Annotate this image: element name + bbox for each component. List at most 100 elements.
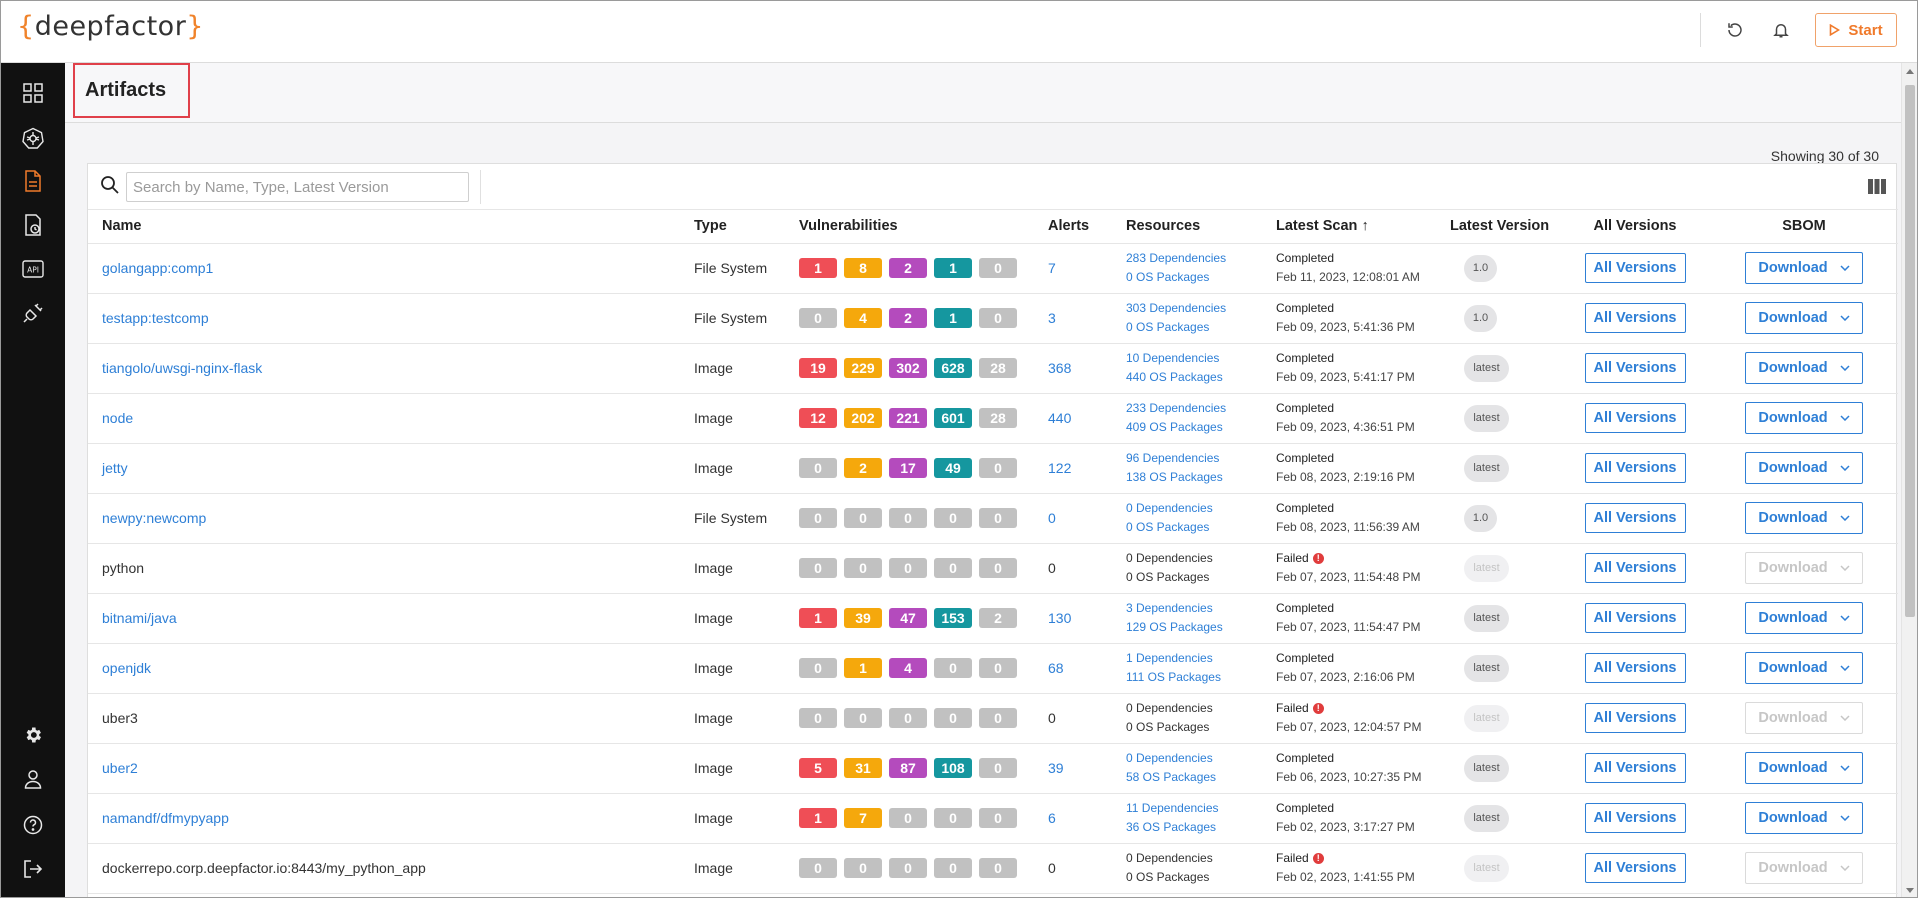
vuln-badge-low[interactable]: 1: [934, 308, 972, 328]
download-sbom-button[interactable]: Download: [1745, 252, 1863, 284]
vuln-badge-critical[interactable]: 0: [799, 308, 837, 328]
vuln-badge-unknown[interactable]: 2: [979, 608, 1017, 628]
dependencies-link[interactable]: 10 Dependencies: [1126, 349, 1276, 368]
vuln-badge-high[interactable]: 2: [844, 458, 882, 478]
sidebar-item-help[interactable]: [1, 803, 65, 847]
all-versions-button[interactable]: All Versions: [1584, 753, 1686, 783]
vuln-badge-unknown[interactable]: 28: [979, 408, 1017, 428]
vuln-badge-critical[interactable]: 0: [799, 508, 837, 528]
os-packages-link[interactable]: 440 OS Packages: [1126, 368, 1276, 387]
vuln-badge-unknown[interactable]: 0: [979, 458, 1017, 478]
os-packages-link[interactable]: 0 OS Packages: [1126, 268, 1276, 287]
refresh-button[interactable]: [1717, 12, 1753, 48]
dependencies-link[interactable]: 0 Dependencies: [1126, 749, 1276, 768]
alerts-count[interactable]: 39: [1048, 760, 1064, 776]
dependencies-link[interactable]: 96 Dependencies: [1126, 449, 1276, 468]
scroll-down-arrow-icon[interactable]: [1906, 888, 1914, 893]
vuln-badge-unknown[interactable]: 0: [979, 808, 1017, 828]
os-packages-link[interactable]: 0 OS Packages: [1126, 518, 1276, 537]
vuln-badge-high[interactable]: 0: [844, 708, 882, 728]
vuln-badge-low[interactable]: 0: [934, 708, 972, 728]
vuln-badge-high[interactable]: 0: [844, 558, 882, 578]
error-icon[interactable]: !: [1312, 853, 1324, 864]
dependencies-link[interactable]: 0 Dependencies: [1126, 499, 1276, 518]
vuln-badge-unknown[interactable]: 0: [979, 508, 1017, 528]
download-sbom-button[interactable]: Download: [1745, 752, 1863, 784]
download-sbom-button[interactable]: Download: [1745, 352, 1863, 384]
sidebar-item-settings[interactable]: [1, 713, 65, 757]
vuln-badge-high[interactable]: 0: [844, 508, 882, 528]
vuln-badge-low[interactable]: 108: [934, 758, 972, 778]
vuln-badge-high[interactable]: 39: [844, 608, 882, 628]
sidebar-item-kubernetes[interactable]: [1, 116, 65, 160]
vuln-badge-critical[interactable]: 1: [799, 258, 837, 278]
all-versions-button[interactable]: All Versions: [1584, 803, 1686, 833]
download-sbom-button[interactable]: Download: [1745, 402, 1863, 434]
artifact-name[interactable]: namandf/dfmypyapp: [102, 810, 229, 826]
alerts-count[interactable]: 68: [1048, 660, 1064, 676]
vuln-badge-critical[interactable]: 5: [799, 758, 837, 778]
artifact-name[interactable]: newpy:newcomp: [102, 510, 206, 526]
all-versions-button[interactable]: All Versions: [1584, 703, 1686, 733]
vuln-badge-critical[interactable]: 12: [799, 408, 837, 428]
artifact-name[interactable]: golangapp:comp1: [102, 260, 213, 276]
vuln-badge-unknown[interactable]: 0: [979, 558, 1017, 578]
vuln-badge-unknown[interactable]: 0: [979, 758, 1017, 778]
os-packages-link[interactable]: 36 OS Packages: [1126, 818, 1276, 837]
all-versions-button[interactable]: All Versions: [1584, 603, 1686, 633]
vuln-badge-high[interactable]: 7: [844, 808, 882, 828]
alerts-count[interactable]: 440: [1048, 410, 1071, 426]
vuln-badge-medium[interactable]: 221: [889, 408, 927, 428]
column-header-vulnerabilities[interactable]: Vulnerabilities: [799, 210, 1048, 244]
artifact-name[interactable]: jetty: [102, 460, 128, 476]
sidebar-item-artifacts[interactable]: [1, 159, 65, 203]
sidebar-item-logout[interactable]: [1, 847, 65, 891]
page-scrollbar[interactable]: [1901, 63, 1917, 897]
artifact-name[interactable]: bitnami/java: [102, 610, 177, 626]
search-input[interactable]: [126, 172, 469, 202]
start-button[interactable]: Start: [1815, 13, 1897, 47]
os-packages-link[interactable]: 111 OS Packages: [1126, 668, 1276, 687]
alerts-count[interactable]: 368: [1048, 360, 1071, 376]
vuln-badge-medium[interactable]: 2: [889, 258, 927, 278]
all-versions-button[interactable]: All Versions: [1584, 353, 1686, 383]
download-sbom-button[interactable]: Download: [1745, 602, 1863, 634]
download-sbom-button[interactable]: Download: [1745, 652, 1863, 684]
dependencies-link[interactable]: 303 Dependencies: [1126, 299, 1276, 318]
all-versions-button[interactable]: All Versions: [1584, 503, 1686, 533]
vuln-badge-unknown[interactable]: 28: [979, 358, 1017, 378]
vuln-badge-medium[interactable]: 0: [889, 708, 927, 728]
download-sbom-button[interactable]: Download: [1745, 452, 1863, 484]
vuln-badge-high[interactable]: 8: [844, 258, 882, 278]
os-packages-link[interactable]: 0 OS Packages: [1126, 318, 1276, 337]
vuln-badge-unknown[interactable]: 0: [979, 858, 1017, 878]
scroll-up-arrow-icon[interactable]: [1906, 69, 1914, 74]
vuln-badge-medium[interactable]: 0: [889, 508, 927, 528]
vuln-badge-low[interactable]: 49: [934, 458, 972, 478]
vuln-badge-critical[interactable]: 1: [799, 608, 837, 628]
alerts-count[interactable]: 0: [1048, 510, 1056, 526]
vuln-badge-low[interactable]: 0: [934, 658, 972, 678]
vuln-badge-low[interactable]: 0: [934, 858, 972, 878]
artifact-name[interactable]: node: [102, 410, 133, 426]
vuln-badge-high[interactable]: 202: [844, 408, 882, 428]
vuln-badge-critical[interactable]: 0: [799, 458, 837, 478]
dependencies-link[interactable]: 11 Dependencies: [1126, 799, 1276, 818]
column-header-alerts[interactable]: Alerts: [1048, 210, 1126, 244]
alerts-count[interactable]: 6: [1048, 810, 1056, 826]
vuln-badge-medium[interactable]: 47: [889, 608, 927, 628]
os-packages-link[interactable]: 58 OS Packages: [1126, 768, 1276, 787]
vuln-badge-medium[interactable]: 87: [889, 758, 927, 778]
vuln-badge-critical[interactable]: 0: [799, 658, 837, 678]
vuln-badge-low[interactable]: 628: [934, 358, 972, 378]
vuln-badge-low[interactable]: 153: [934, 608, 972, 628]
column-header-name[interactable]: Name: [88, 210, 694, 244]
alerts-count[interactable]: 130: [1048, 610, 1071, 626]
error-icon[interactable]: !: [1312, 703, 1324, 714]
vuln-badge-medium[interactable]: 0: [889, 808, 927, 828]
artifact-name[interactable]: testapp:testcomp: [102, 310, 209, 326]
vuln-badge-medium[interactable]: 0: [889, 858, 927, 878]
sidebar-item-profile[interactable]: [1, 757, 65, 801]
all-versions-button[interactable]: All Versions: [1584, 253, 1686, 283]
column-header-latest-scan[interactable]: Latest Scan ↑: [1276, 210, 1450, 244]
